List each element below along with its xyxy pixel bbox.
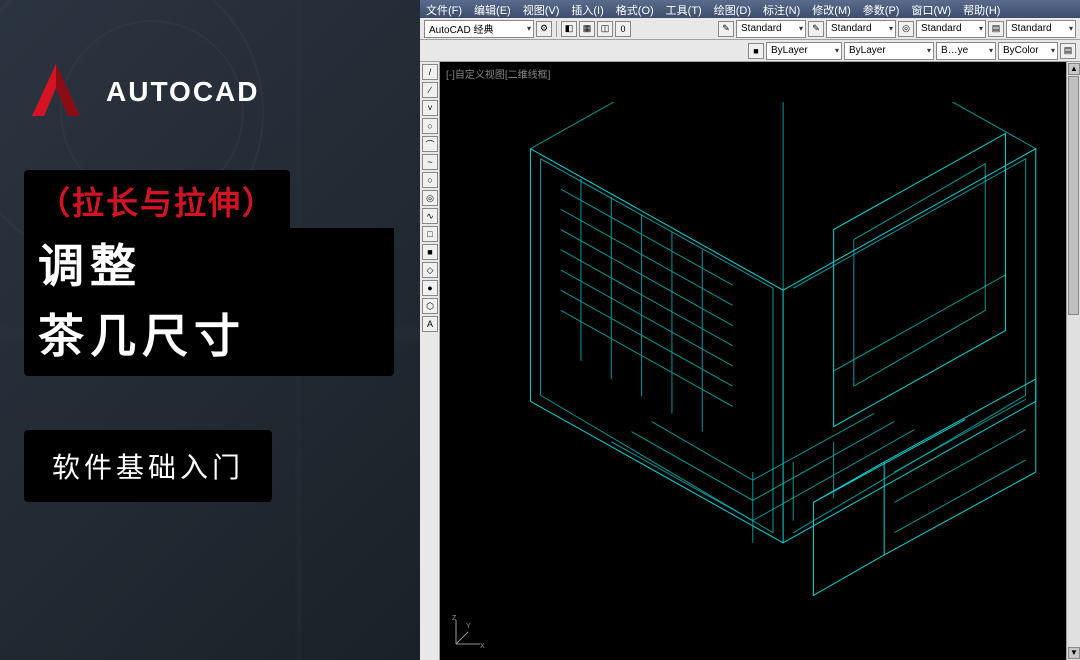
tool-icon[interactable]: ▦	[579, 21, 595, 37]
view-label: [-]自定义视图[二维线框]	[446, 66, 550, 81]
point-tool-icon[interactable]: ●	[422, 280, 438, 296]
workspace-dropdown[interactable]: AutoCAD 经典	[424, 20, 534, 38]
tool-icon[interactable]: ✎	[718, 21, 734, 37]
arc-tool-icon[interactable]: ⌒	[422, 136, 438, 152]
separator-icon	[556, 21, 557, 37]
title-line1: 调整	[24, 228, 394, 298]
logo-row: AUTOCAD	[24, 60, 259, 124]
drawing-canvas[interactable]: [-]自定义视图[二维线框]	[440, 62, 1066, 660]
title-block: （拉长与拉伸） 调整 茶几尺寸	[24, 170, 394, 376]
menu-format[interactable]: 格式(O)	[610, 0, 660, 18]
menu-view[interactable]: 视图(V)	[517, 0, 566, 18]
menu-tools[interactable]: 工具(T)	[660, 0, 708, 18]
menu-edit[interactable]: 编辑(E)	[468, 0, 517, 18]
menu-help[interactable]: 帮助(H)	[957, 0, 1006, 18]
linetype-dropdown[interactable]: ByLayer	[844, 42, 934, 60]
ucs-x-label: X	[480, 643, 485, 650]
menu-file[interactable]: 文件(F)	[420, 0, 468, 18]
line-tool-icon[interactable]: /	[422, 64, 438, 80]
title-subtitle: （拉长与拉伸）	[24, 170, 290, 228]
ray-tool-icon[interactable]: ∕	[422, 82, 438, 98]
isometric-drawing	[490, 102, 1056, 640]
std-dropdown-1[interactable]: Standard	[736, 20, 806, 38]
ucs-z-label: Z	[452, 615, 457, 622]
tool-icon[interactable]: ◎	[898, 21, 914, 37]
tool-icon[interactable]: 0	[615, 21, 631, 37]
scroll-up-icon[interactable]: ▲	[1068, 63, 1080, 75]
tool-icon[interactable]: ▤	[1060, 43, 1076, 59]
ucs-y-label: Y	[466, 623, 471, 630]
autocad-window: 文件(F) 编辑(E) 视图(V) 插入(I) 格式(O) 工具(T) 绘图(D…	[420, 0, 1080, 660]
polyline-tool-icon[interactable]: ˅	[422, 100, 438, 116]
polygon-tool-icon[interactable]: ○	[422, 118, 438, 134]
std-dropdown-3[interactable]: Standard	[916, 20, 986, 38]
spline-tool-icon[interactable]: ~	[422, 154, 438, 170]
tool-icon[interactable]: ◫	[597, 21, 613, 37]
menu-window[interactable]: 窗口(W)	[905, 0, 957, 18]
scroll-thumb[interactable]	[1068, 76, 1079, 315]
lineweight-dropdown[interactable]: B…ye	[936, 42, 996, 60]
circle-tool-icon[interactable]: ○	[422, 172, 438, 188]
block-tool-icon[interactable]: ⬡	[422, 298, 438, 314]
subtitle-button: 软件基础入门	[24, 430, 272, 502]
tool-icon[interactable]: ✎	[808, 21, 824, 37]
vertical-scrollbar[interactable]: ▲ ▼	[1066, 62, 1080, 660]
ucs-icon: X Y Z	[448, 612, 488, 652]
menu-param[interactable]: 参数(P)	[857, 0, 906, 18]
tool-icon[interactable]: ▤	[988, 21, 1004, 37]
plotstyle-dropdown[interactable]: ByColor	[998, 42, 1058, 60]
autocad-logo-icon	[24, 60, 88, 124]
std-dropdown-4[interactable]: Standard	[1006, 20, 1076, 38]
brand-name: AUTOCAD	[106, 76, 259, 108]
hatch-tool-icon[interactable]: ■	[422, 244, 438, 260]
gear-icon[interactable]: ⚙	[536, 21, 552, 37]
color-swatch-icon[interactable]: ■	[748, 43, 764, 59]
toolbar-row-2: ■ ByLayer ByLayer B…ye ByColor ▤	[420, 40, 1080, 62]
std-dropdown-2[interactable]: Standard	[826, 20, 896, 38]
menu-draw[interactable]: 绘图(D)	[708, 0, 757, 18]
rectangle-tool-icon[interactable]: □	[422, 226, 438, 242]
workspace: / ∕ ˅ ○ ⌒ ~ ○ ◎ ∿ □ ■ ◇ ● ⬡ A [-]自定义视图[二…	[420, 62, 1080, 660]
region-tool-icon[interactable]: ◇	[422, 262, 438, 278]
layer-color-dropdown[interactable]: ByLayer	[766, 42, 842, 60]
donut-tool-icon[interactable]: ◎	[422, 190, 438, 206]
menu-modify[interactable]: 修改(M)	[806, 0, 857, 18]
menu-insert[interactable]: 插入(I)	[565, 0, 609, 18]
draw-toolbar: / ∕ ˅ ○ ⌒ ~ ○ ◎ ∿ □ ■ ◇ ● ⬡ A	[420, 62, 440, 660]
tool-icon[interactable]: ◧	[561, 21, 577, 37]
banner-panel: AUTOCAD （拉长与拉伸） 调整 茶几尺寸 软件基础入门	[0, 0, 420, 660]
scroll-down-icon[interactable]: ▼	[1068, 647, 1080, 659]
title-line2: 茶几尺寸	[24, 298, 394, 376]
toolbar-row-1: AutoCAD 经典 ⚙ ◧ ▦ ◫ 0 ✎ Standard ✎ Standa…	[420, 18, 1080, 40]
menubar: 文件(F) 编辑(E) 视图(V) 插入(I) 格式(O) 工具(T) 绘图(D…	[420, 0, 1080, 18]
menu-dim[interactable]: 标注(N)	[757, 0, 806, 18]
revcloud-tool-icon[interactable]: ∿	[422, 208, 438, 224]
text-tool-icon[interactable]: A	[422, 316, 438, 332]
